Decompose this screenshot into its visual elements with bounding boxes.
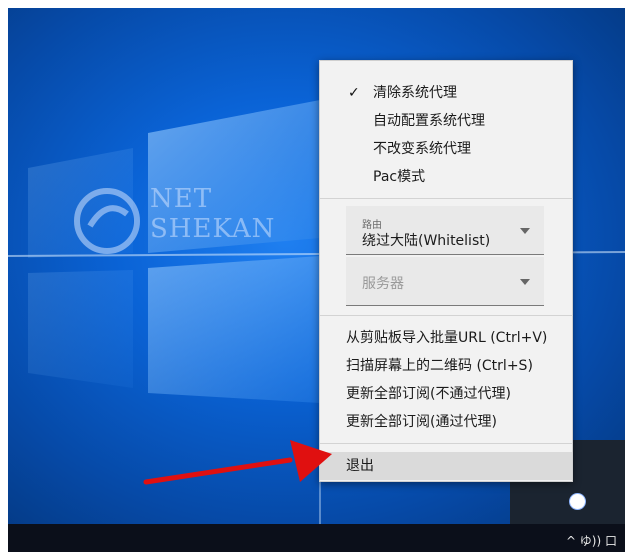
v2ray-tray-icon[interactable] [569, 493, 586, 510]
menu-item-scan-qr-code[interactable]: 扫描屏幕上的二维码 (Ctrl+S) [320, 352, 572, 380]
route-value: 绕过大陆(Whitelist) [362, 233, 491, 249]
menu-item-label: 更新全部订阅(不通过代理) [346, 386, 511, 402]
system-tray-icons[interactable]: ^ ゆ)) 口 [566, 532, 617, 549]
menu-item-auto-configure-proxy[interactable]: 自动配置系统代理 [320, 107, 572, 135]
route-caption: 路由 [362, 220, 382, 231]
menu-item-import-from-clipboard[interactable]: 从剪贴板导入批量URL (Ctrl+V) [320, 324, 572, 352]
menu-item-label: 退出 [346, 458, 374, 474]
menu-separator [320, 443, 572, 444]
check-icon: ✓ [348, 85, 360, 101]
menu-item-label: 扫描屏幕上的二维码 (Ctrl+S) [346, 358, 533, 374]
menu-item-pac-mode[interactable]: Pac模式 [320, 163, 572, 191]
netshekan-watermark: NET SHEKAN [72, 184, 274, 256]
menu-item-clear-system-proxy[interactable]: ✓ 清除系统代理 [320, 79, 572, 107]
menu-item-label: 清除系统代理 [373, 85, 457, 101]
menu-item-keep-system-proxy[interactable]: 不改变系统代理 [320, 135, 572, 163]
menu-item-label: Pac模式 [373, 169, 426, 185]
menu-separator [320, 198, 572, 199]
menu-item-label: 从剪贴板导入批量URL (Ctrl+V) [346, 330, 548, 346]
taskbar: ^ ゆ)) 口 [8, 524, 625, 552]
watermark-line2: SHEKAN [150, 214, 276, 244]
chevron-down-icon [520, 279, 530, 285]
server-placeholder: 服务器 [362, 276, 404, 292]
menu-item-label: 更新全部订阅(通过代理) [346, 414, 497, 430]
chevron-down-icon [520, 228, 530, 234]
menu-item-exit[interactable]: 退出 [320, 452, 572, 480]
netshekan-logo-icon [74, 188, 140, 254]
red-arrow-annotation [143, 440, 332, 485]
menu-item-update-subscriptions-direct[interactable]: 更新全部订阅(不通过代理) [320, 380, 572, 408]
server-select[interactable]: 服务器 [346, 257, 544, 306]
menu-item-label: 自动配置系统代理 [373, 113, 485, 129]
menu-item-label: 不改变系统代理 [373, 141, 471, 157]
route-select[interactable]: 路由 绕过大陆(Whitelist) [346, 206, 544, 255]
menu-separator [320, 315, 572, 316]
tray-context-menu: ✓ 清除系统代理 自动配置系统代理 不改变系统代理 Pac模式 路由 绕过大陆(… [319, 60, 573, 482]
menu-item-update-subscriptions-proxy[interactable]: 更新全部订阅(通过代理) [320, 408, 572, 436]
watermark-line1: NET [150, 184, 213, 214]
